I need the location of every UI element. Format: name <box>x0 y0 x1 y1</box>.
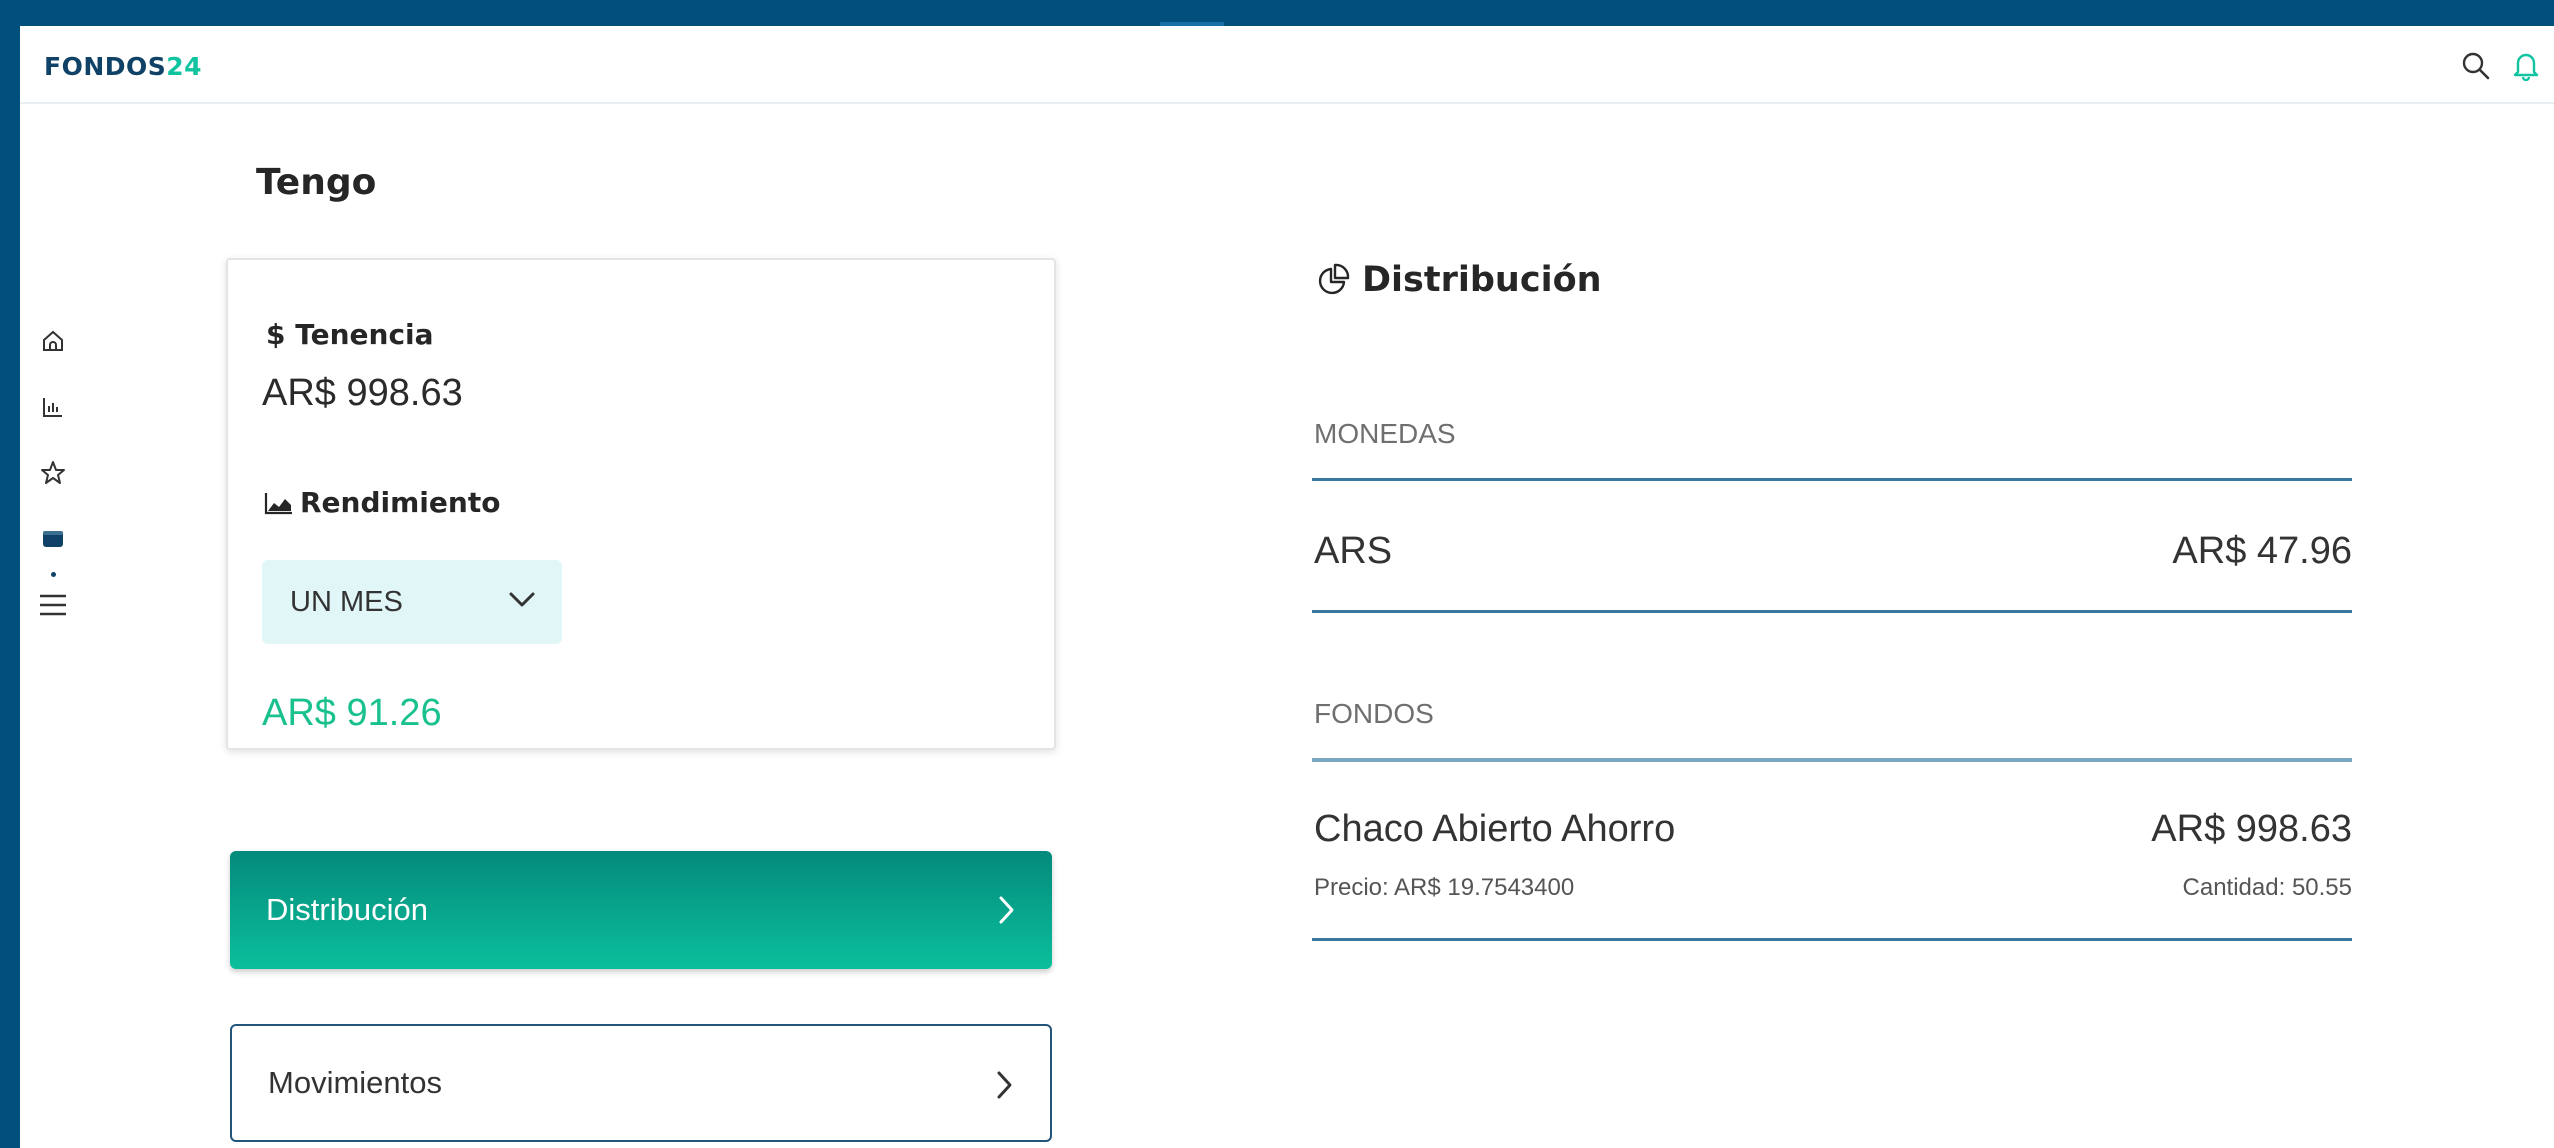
chevron-down-icon <box>509 592 535 607</box>
divider <box>1312 610 2352 613</box>
divider <box>1312 758 2352 762</box>
active-indicator <box>51 572 56 577</box>
distribution-title: Distribución <box>1316 260 1602 300</box>
fondos-label: FONDOS <box>1314 698 1434 729</box>
currency-amount: AR$ 47.96 <box>2172 530 2352 572</box>
chevron-right-icon <box>997 1071 1012 1099</box>
star-icon[interactable] <box>38 458 68 488</box>
app-window: FONDOS24 Tengo $ Tenencia AR$ 998.63 Ren… <box>20 26 2554 1148</box>
fund-amount: AR$ 998.63 <box>2151 808 2352 850</box>
search-icon[interactable] <box>2456 46 2496 86</box>
app-logo[interactable]: FONDOS24 <box>44 52 202 81</box>
wallet-icon[interactable] <box>38 524 68 554</box>
sidebar <box>20 104 90 1148</box>
chart-icon[interactable] <box>38 392 68 422</box>
menu-icon[interactable] <box>38 590 68 620</box>
divider <box>1312 478 2352 481</box>
currency-name: ARS <box>1314 530 1393 572</box>
top-bar: FONDOS24 <box>20 26 2554 104</box>
distribucion-button-label: Distribución <box>266 892 428 927</box>
holdings-card: $ Tenencia AR$ 998.63 Rendimiento UN MES… <box>226 258 1056 750</box>
movimientos-button[interactable]: Movimientos <box>230 1024 1052 1142</box>
logo-accent: 24 <box>166 52 203 81</box>
pie-chart-icon <box>1318 263 1350 295</box>
area-chart-icon <box>264 492 292 514</box>
divider <box>1312 938 2352 941</box>
bell-icon[interactable] <box>2506 46 2546 86</box>
home-icon[interactable] <box>38 326 68 356</box>
tenencia-label: $ Tenencia <box>266 318 434 351</box>
monedas-label: MONEDAS <box>1314 418 1456 449</box>
rendimiento-label: Rendimiento <box>300 486 501 519</box>
fund-quantity: Cantidad: 50.55 <box>2182 874 2352 901</box>
distribucion-button[interactable]: Distribución <box>230 851 1052 969</box>
period-select-value: UN MES <box>290 585 403 618</box>
chevron-right-icon <box>999 896 1014 924</box>
page-title: Tengo <box>256 162 377 203</box>
logo-primary: FONDOS <box>44 52 167 81</box>
tenencia-value: AR$ 998.63 <box>262 372 463 414</box>
rendimiento-value: AR$ 91.26 <box>262 692 442 734</box>
movimientos-button-label: Movimientos <box>268 1065 442 1100</box>
rendimiento-heading: Rendimiento <box>264 486 500 519</box>
fund-name: Chaco Abierto Ahorro <box>1314 808 1676 850</box>
fund-price: Precio: AR$ 19.7543400 <box>1314 874 1575 901</box>
distribution-title-text: Distribución <box>1362 260 1602 300</box>
period-select[interactable]: UN MES <box>262 560 562 644</box>
